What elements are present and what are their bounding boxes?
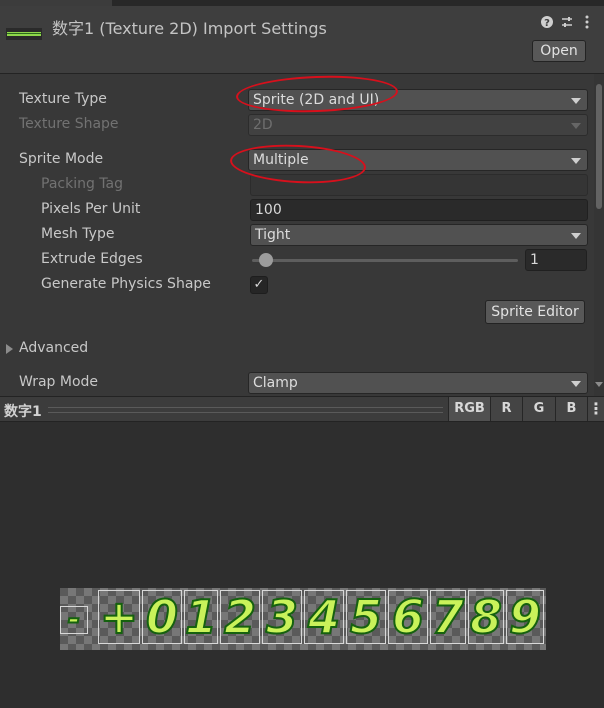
sprite-cell: 8 (468, 590, 504, 644)
scrollbar-thumb[interactable] (596, 84, 602, 209)
import-settings-title: 数字1 (Texture 2D) Import Settings (52, 19, 327, 38)
sprite-glyph: 1 (184, 590, 218, 644)
foldout-arrow-icon (6, 344, 13, 354)
inspector-scrollbar[interactable] (594, 74, 604, 396)
chevron-down-icon (571, 98, 581, 104)
texture-shape-label: Texture Shape (19, 116, 119, 132)
sprite-mode-row: Sprite Mode Multiple (0, 149, 594, 171)
packing-tag-row: Packing Tag (0, 174, 594, 196)
wrap-mode-value: Clamp (253, 375, 298, 391)
sprite-cell: 4 (304, 590, 344, 644)
scroll-down-arrow-icon[interactable] (595, 382, 603, 387)
texture-shape-value: 2D (253, 117, 273, 133)
texture-thumbnail (6, 28, 42, 40)
extrude-edges-label: Extrude Edges (41, 251, 143, 267)
sprite-glyph: 6 (391, 590, 425, 644)
sprite-glyph: 2 (223, 590, 257, 644)
pixels-per-unit-field[interactable]: 100 (250, 199, 588, 221)
advanced-label: Advanced (19, 340, 89, 356)
channel-rgb-button[interactable]: RGB (448, 397, 490, 421)
mesh-type-dropdown[interactable]: Tight (250, 224, 588, 246)
sprite-mode-dropdown[interactable]: Multiple (248, 149, 588, 171)
preset-icon[interactable] (560, 14, 574, 30)
mesh-type-value: Tight (255, 227, 291, 243)
texture-type-dropdown[interactable]: Sprite (2D and UI) (248, 89, 588, 111)
chevron-down-icon (571, 381, 581, 387)
sprite-glyph: 9 (508, 590, 542, 644)
mesh-type-label: Mesh Type (41, 226, 115, 242)
sprite-cell: + (98, 590, 140, 644)
pixels-per-unit-label: Pixels Per Unit (41, 201, 141, 217)
generate-physics-shape-label: Generate Physics Shape (41, 276, 211, 292)
generate-physics-shape-checkbox[interactable]: ✓ (250, 276, 268, 294)
chevron-down-icon (571, 158, 581, 164)
extrude-edges-row: Extrude Edges 1 (0, 249, 594, 271)
sprite-cell: 5 (346, 590, 386, 644)
inspector-header: 数字1 (Texture 2D) Import Settings ? Open (0, 6, 604, 74)
sprite-glyph: 0 (145, 590, 179, 644)
more-icon[interactable] (580, 14, 594, 30)
sprite-mode-value: Multiple (253, 152, 309, 168)
preview-toolbar: 数字1 RGB R G B ⋮ (0, 396, 604, 422)
mesh-type-row: Mesh Type Tight (0, 224, 594, 246)
sprite-glyph: 4 (307, 590, 341, 644)
sprite-cell: 0 (142, 590, 182, 644)
channel-g-button[interactable]: G (522, 397, 555, 421)
sprite-cell: - (60, 602, 88, 637)
channel-b-button[interactable]: B (555, 397, 587, 421)
sprite-cell: 7 (430, 590, 466, 644)
sprite-mode-label: Sprite Mode (19, 151, 104, 167)
preview-title: 数字1 (4, 404, 42, 420)
wrap-mode-row: Wrap Mode Clamp (0, 372, 594, 394)
texture-type-value: Sprite (2D and UI) (253, 92, 380, 108)
texture-shape-row: Texture Shape 2D (0, 114, 594, 136)
extrude-edges-slider-handle[interactable] (258, 253, 273, 267)
sprite-glyph: 3 (265, 590, 299, 644)
texture-type-row: Texture Type Sprite (2D and UI) (0, 89, 594, 111)
texture-preview: - + 0 1 2 3 4 5 6 7 8 9 (0, 422, 604, 708)
sprite-glyph: + (99, 590, 140, 644)
preview-more-button[interactable]: ⋮ (587, 397, 604, 421)
help-icon[interactable]: ? (540, 14, 554, 30)
sprite-glyph: 5 (349, 590, 383, 644)
extrude-edges-field[interactable]: 1 (525, 249, 587, 271)
sprite-cell: 6 (388, 590, 428, 644)
open-button[interactable]: Open (532, 40, 586, 62)
sprite-glyph: 7 (431, 590, 465, 644)
extrude-edges-slider-track[interactable] (252, 259, 518, 262)
sprite-cell: 9 (506, 590, 544, 644)
sprite-glyph: - (67, 602, 81, 637)
sprite-editor-button[interactable]: Sprite Editor (485, 300, 585, 324)
chevron-down-icon (571, 123, 581, 129)
sprite-cell: 2 (220, 590, 260, 644)
channel-r-button[interactable]: R (490, 397, 522, 421)
packing-tag-label: Packing Tag (41, 176, 123, 192)
resize-grip[interactable] (48, 407, 443, 413)
texture-shape-dropdown: 2D (248, 114, 588, 136)
packing-tag-field (250, 174, 588, 196)
wrap-mode-label: Wrap Mode (19, 374, 99, 390)
sprite-glyph: 8 (469, 590, 503, 644)
sprite-cell: 3 (262, 590, 302, 644)
pixels-per-unit-row: Pixels Per Unit 100 (0, 199, 594, 221)
sprite-cell: 1 (184, 590, 218, 644)
wrap-mode-dropdown[interactable]: Clamp (248, 372, 588, 394)
sprite-sheet-image: - + 0 1 2 3 4 5 6 7 8 9 (60, 588, 546, 650)
chevron-down-icon (571, 233, 581, 239)
generate-physics-shape-row: Generate Physics Shape ✓ (0, 274, 594, 296)
texture-type-label: Texture Type (19, 91, 107, 107)
advanced-foldout[interactable]: Advanced (0, 338, 594, 360)
import-settings-panel: Texture Type Sprite (2D and UI) Texture … (0, 74, 594, 396)
svg-text:?: ? (544, 18, 550, 29)
